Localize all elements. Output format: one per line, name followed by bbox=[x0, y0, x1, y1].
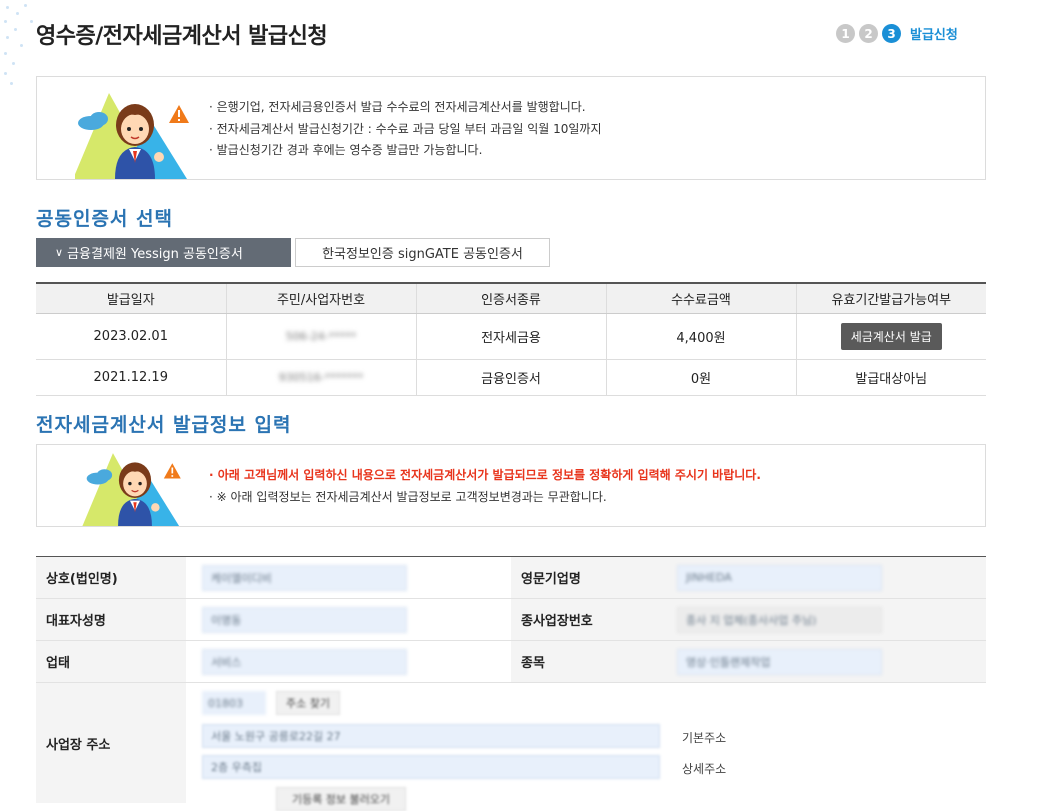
cell-status: 발급대상아님 bbox=[795, 359, 986, 396]
col-header: 수수료금액 bbox=[605, 282, 796, 314]
notice-box: 아래 고객님께서 입력하신 내용으로 전자세금계산서가 발급되므로 정보를 정확… bbox=[36, 444, 986, 527]
zip-code-field[interactable]: 01803 bbox=[202, 691, 266, 715]
biz-type-field[interactable]: 서비스 bbox=[202, 648, 407, 675]
invoice-form: 상호(법인명) 케이엘이디비 영문기업명 JINHEDA 대표자성명 이명동 종… bbox=[36, 556, 986, 811]
cert-table: 발급일자 주민/사업자번호 인증서종류 수수료금액 유효기간발급가능여부 202… bbox=[36, 282, 986, 396]
cell-date: 2023.02.01 bbox=[36, 313, 226, 360]
company-field[interactable]: 케이엘이디비 bbox=[202, 564, 407, 591]
basic-address-field[interactable]: 서울 노원구 공릉로22길 27 bbox=[202, 724, 660, 748]
cert-section-title: 공동인증서 선택 bbox=[36, 208, 173, 230]
cell-type: 전자세금용 bbox=[415, 313, 606, 360]
eng-name-field[interactable]: JINHEDA bbox=[677, 564, 882, 591]
form-row-address: 사업장 주소 01803 주소 찾기 서울 노원구 공릉로22길 27 기본주소… bbox=[36, 683, 986, 811]
table-row[interactable]: 2021.12.19 930516-******* 금융인증서 0원 발급대상아… bbox=[36, 359, 986, 396]
cert-tabs: ∨ 금융결제원 Yessign 공동인증서 한국정보인증 signGATE 공동… bbox=[36, 238, 550, 267]
tab-signgate-label: 한국정보인증 signGATE 공동인증서 bbox=[322, 247, 523, 262]
col-header: 인증서종류 bbox=[415, 282, 606, 314]
address-label: 사업장 주소 bbox=[36, 683, 186, 803]
col-header: 발급일자 bbox=[36, 282, 226, 314]
masked-id: 506-24-***** bbox=[285, 329, 357, 343]
biz-item-field[interactable]: 영상·인틀랜제작업 bbox=[677, 648, 882, 675]
biz-type-label: 업태 bbox=[36, 641, 186, 682]
form-row: 상호(법인명) 케이엘이디비 영문기업명 JINHEDA bbox=[36, 557, 986, 599]
issue-invoice-button[interactable]: 세금계산서 발급 bbox=[840, 322, 942, 350]
notice-box: 은행기업, 전자세금용인증서 발급 수수료의 전자세금계산서를 발행합니다. 전… bbox=[36, 76, 986, 180]
biz-item-label: 종목 bbox=[511, 641, 661, 682]
cell-id: 506-24-***** bbox=[225, 313, 416, 360]
notice-list: 아래 고객님께서 입력하신 내용으로 전자세금계산서가 발급되므로 정보를 정확… bbox=[209, 465, 761, 508]
cell-fee: 0원 bbox=[605, 359, 796, 396]
branch-no-label: 종사업장번호 bbox=[511, 599, 661, 640]
form-row: 업태 서비스 종목 영상·인틀랜제작업 bbox=[36, 641, 986, 683]
cell-id: 930516-******* bbox=[225, 359, 416, 396]
detail-address-field[interactable]: 2층 우측집 bbox=[202, 755, 660, 779]
step-2: 2 bbox=[859, 24, 878, 43]
detail-address-hint: 상세주소 bbox=[682, 762, 727, 776]
col-header: 주민/사업자번호 bbox=[225, 282, 416, 314]
cell-date: 2021.12.19 bbox=[36, 359, 226, 396]
load-saved-address-button[interactable]: 기등록 정보 불러오기 bbox=[276, 787, 406, 811]
basic-address-hint: 기본주소 bbox=[682, 731, 727, 745]
notice-list: 은행기업, 전자세금용인증서 발급 수수료의 전자세금계산서를 발행합니다. 전… bbox=[209, 97, 602, 162]
ceo-field[interactable]: 이명동 bbox=[202, 606, 407, 633]
find-address-button[interactable]: 주소 찾기 bbox=[276, 691, 340, 715]
step-3: 3 bbox=[882, 24, 901, 43]
notice-line: ※ 아래 입력정보는 전자세금계산서 발급정보로 고객정보변경과는 무관합니다. bbox=[209, 487, 761, 509]
step-indicator: 1 2 3 발급신청 bbox=[836, 24, 958, 43]
cell-type: 금융인증서 bbox=[415, 359, 606, 396]
chevron-down-icon: ∨ bbox=[55, 246, 64, 259]
notice-warning-line: 아래 고객님께서 입력하신 내용으로 전자세금계산서가 발급되므로 정보를 정확… bbox=[209, 465, 761, 487]
form-row: 대표자성명 이명동 종사업장번호 종사 지 업체(종사사업 주님) bbox=[36, 599, 986, 641]
company-label: 상호(법인명) bbox=[36, 557, 186, 598]
step-1: 1 bbox=[836, 24, 855, 43]
cell-status: 세금계산서 발급 bbox=[795, 313, 986, 360]
notice-line: 발급신청기간 경과 후에는 영수증 발급만 가능합니다. bbox=[209, 140, 602, 162]
notice-line: 은행기업, 전자세금용인증서 발급 수수료의 전자세금계산서를 발행합니다. bbox=[209, 97, 602, 119]
branch-no-field[interactable]: 종사 지 업체(종사사업 주님) bbox=[677, 606, 882, 633]
table-row[interactable]: 2023.02.01 506-24-***** 전자세금용 4,400원 세금계… bbox=[36, 313, 986, 360]
col-header: 유효기간발급가능여부 bbox=[795, 282, 986, 314]
mascot-illustration bbox=[82, 453, 181, 526]
cell-fee: 4,400원 bbox=[605, 313, 796, 360]
tab-yessign[interactable]: ∨ 금융결제원 Yessign 공동인증서 bbox=[36, 238, 291, 267]
ceo-label: 대표자성명 bbox=[36, 599, 186, 640]
notice-line: 전자세금계산서 발급신청기간 : 수수료 과금 당일 부터 과금일 익월 10일… bbox=[209, 119, 602, 141]
page-title: 영수증/전자세금계산서 발급신청 bbox=[36, 24, 328, 49]
masked-id: 930516-******* bbox=[278, 370, 364, 384]
step-active-label: 발급신청 bbox=[910, 28, 958, 43]
mascot-illustration bbox=[75, 93, 189, 179]
eng-name-label: 영문기업명 bbox=[511, 557, 661, 598]
issue-section-title: 전자세금계산서 발급정보 입력 bbox=[36, 414, 292, 436]
tab-yessign-label: 금융결제원 Yessign 공동인증서 bbox=[67, 247, 243, 262]
tab-signgate[interactable]: 한국정보인증 signGATE 공동인증서 bbox=[295, 238, 550, 267]
